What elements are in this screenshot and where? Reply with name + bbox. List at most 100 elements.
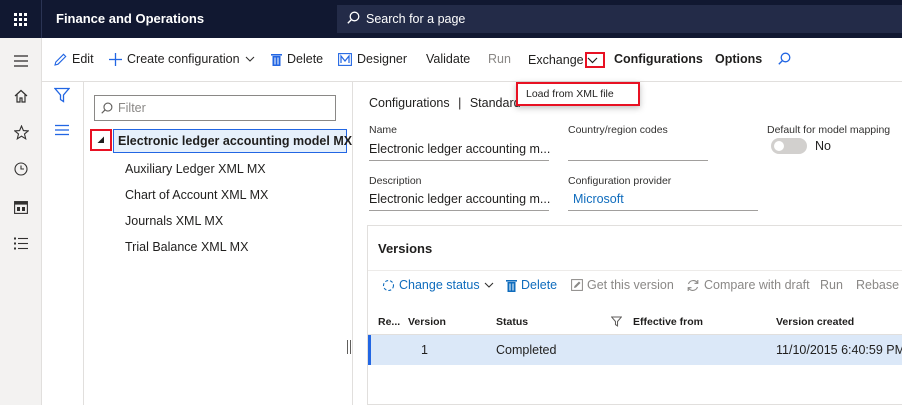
get-this-version-label: Get this version: [587, 278, 674, 292]
name-field[interactable]: Electronic ledger accounting m...: [369, 139, 550, 161]
exchange-label: Exchange: [528, 53, 584, 67]
get-this-version-button[interactable]: Get this version: [571, 278, 674, 292]
rebase-label: Rebase: [856, 278, 900, 292]
home-icon[interactable]: [0, 81, 42, 111]
chevron-down-icon: [245, 56, 254, 62]
list-icon[interactable]: [0, 228, 42, 258]
versions-section: Versions Change status Delete Get this v…: [367, 225, 902, 405]
rebase-button[interactable]: Rebase: [856, 278, 899, 292]
validate-button[interactable]: Validate: [426, 52, 470, 66]
change-status-button[interactable]: Change status: [382, 278, 498, 292]
options-tab[interactable]: Options: [715, 52, 762, 66]
cell-version-created: 11/10/2015 6:40:59 PM: [776, 343, 902, 357]
list-view-icon[interactable]: [54, 124, 72, 142]
breadcrumb-current: Standard: [469, 96, 521, 110]
version-run-label: Run: [820, 278, 843, 292]
column-header-status[interactable]: Status: [496, 316, 528, 328]
country-field[interactable]: [568, 139, 708, 161]
designer-icon: [338, 52, 352, 66]
create-configuration-label: Create configuration: [127, 52, 240, 66]
delete-label: Delete: [287, 52, 324, 66]
provider-label: Configuration provider: [568, 175, 672, 187]
navigation-rail: [0, 38, 42, 405]
splitter-grip[interactable]: [347, 340, 351, 354]
delete-button[interactable]: Delete: [271, 52, 323, 66]
designer-label: Designer: [357, 52, 408, 66]
run-button[interactable]: Run: [488, 52, 511, 66]
breadcrumb: Configurations | Standard: [369, 96, 521, 110]
version-delete-button[interactable]: Delete: [506, 278, 557, 292]
triangle-expanded-icon: [97, 136, 104, 143]
designer-button[interactable]: Designer: [338, 52, 407, 66]
column-header-effective-from[interactable]: Effective from: [633, 316, 703, 328]
chevron-down-icon: [587, 57, 598, 63]
tree-node-root[interactable]: Electronic ledger accounting model MX: [113, 129, 352, 153]
cell-status: Completed: [496, 343, 557, 357]
versions-title[interactable]: Versions: [378, 241, 432, 256]
provider-link[interactable]: Microsoft: [568, 189, 758, 211]
divider: [368, 270, 902, 271]
action-search-icon[interactable]: [778, 52, 796, 65]
cell-version: 1: [421, 343, 428, 357]
action-pane: Edit Create configuration Delete Designe…: [42, 38, 902, 82]
configurations-tab[interactable]: Configurations: [614, 52, 703, 66]
create-configuration-button[interactable]: Create configuration: [109, 52, 260, 66]
description-field[interactable]: Electronic ledger accounting m...: [369, 189, 550, 211]
run-label: Run: [488, 52, 511, 66]
trash-icon: [506, 279, 517, 292]
edit-button[interactable]: Edit: [54, 52, 94, 66]
tree-node-label: Electronic ledger accounting model MX: [118, 134, 353, 148]
tree-node-child[interactable]: Chart of Account XML MX: [125, 188, 268, 202]
configuration-tree: Filter Electronic ledger accounting mode…: [84, 82, 352, 405]
workspace-icon[interactable]: [0, 192, 42, 222]
column-header-version-created[interactable]: Version created: [776, 316, 854, 328]
exchange-menu: Load from XML file: [516, 82, 640, 106]
pencil-icon: [54, 53, 67, 66]
details-pane: Configurations | Standard Name Electroni…: [352, 82, 902, 405]
menu-item-load-from-xml[interactable]: Load from XML file: [526, 88, 614, 100]
search-icon: [101, 102, 113, 114]
filter-pane: [42, 82, 84, 405]
app-title[interactable]: Finance and Operations: [56, 11, 204, 26]
star-icon[interactable]: [0, 117, 42, 147]
version-delete-label: Delete: [521, 278, 558, 292]
version-run-button[interactable]: Run: [820, 278, 843, 292]
tree-node-child[interactable]: Journals XML MX: [125, 214, 223, 228]
tree-node-child[interactable]: Trial Balance XML MX: [125, 240, 248, 254]
default-mapping-value: No: [815, 139, 831, 153]
clock-icon[interactable]: [0, 154, 42, 184]
compare-with-draft-button[interactable]: Compare with draft: [686, 278, 810, 292]
chevron-down-icon: [484, 282, 493, 288]
refresh-icon: [382, 279, 395, 291]
filter-placeholder: Filter: [118, 101, 146, 115]
tree-collapse-toggle[interactable]: [90, 129, 112, 151]
page-search-box[interactable]: Search for a page: [337, 5, 902, 33]
column-header-re[interactable]: Re...: [378, 316, 400, 328]
waffle-icon[interactable]: [0, 0, 42, 38]
column-header-version[interactable]: Version: [408, 316, 446, 328]
tree-node-child[interactable]: Auxiliary Ledger XML MX: [125, 162, 266, 176]
search-placeholder: Search for a page: [366, 12, 466, 26]
description-label: Description: [369, 175, 422, 187]
change-status-label: Change status: [399, 278, 480, 292]
top-bar: Finance and Operations Search for a page: [0, 0, 902, 38]
tree-filter-input[interactable]: Filter: [94, 95, 336, 121]
breadcrumb-separator: |: [458, 96, 462, 110]
exchange-button[interactable]: Exchange: [528, 52, 605, 68]
search-icon: [347, 11, 366, 27]
edit-label: Edit: [72, 52, 94, 66]
compare-with-draft-label: Compare with draft: [704, 278, 810, 292]
configurations-label: Configurations: [614, 52, 703, 66]
options-label: Options: [715, 52, 763, 66]
filter-icon[interactable]: [53, 87, 72, 105]
default-mapping-toggle[interactable]: [771, 138, 807, 154]
default-mapping-label: Default for model mapping: [767, 124, 891, 136]
exchange-dropdown-toggle[interactable]: [584, 52, 605, 68]
hamburger-icon[interactable]: [0, 46, 42, 76]
breadcrumb-root[interactable]: Configurations: [369, 96, 450, 110]
column-filter-icon[interactable]: [610, 316, 623, 330]
name-label: Name: [369, 124, 398, 136]
plus-icon: [109, 52, 122, 66]
country-label: Country/region codes: [568, 124, 668, 136]
trash-icon: [271, 53, 282, 66]
